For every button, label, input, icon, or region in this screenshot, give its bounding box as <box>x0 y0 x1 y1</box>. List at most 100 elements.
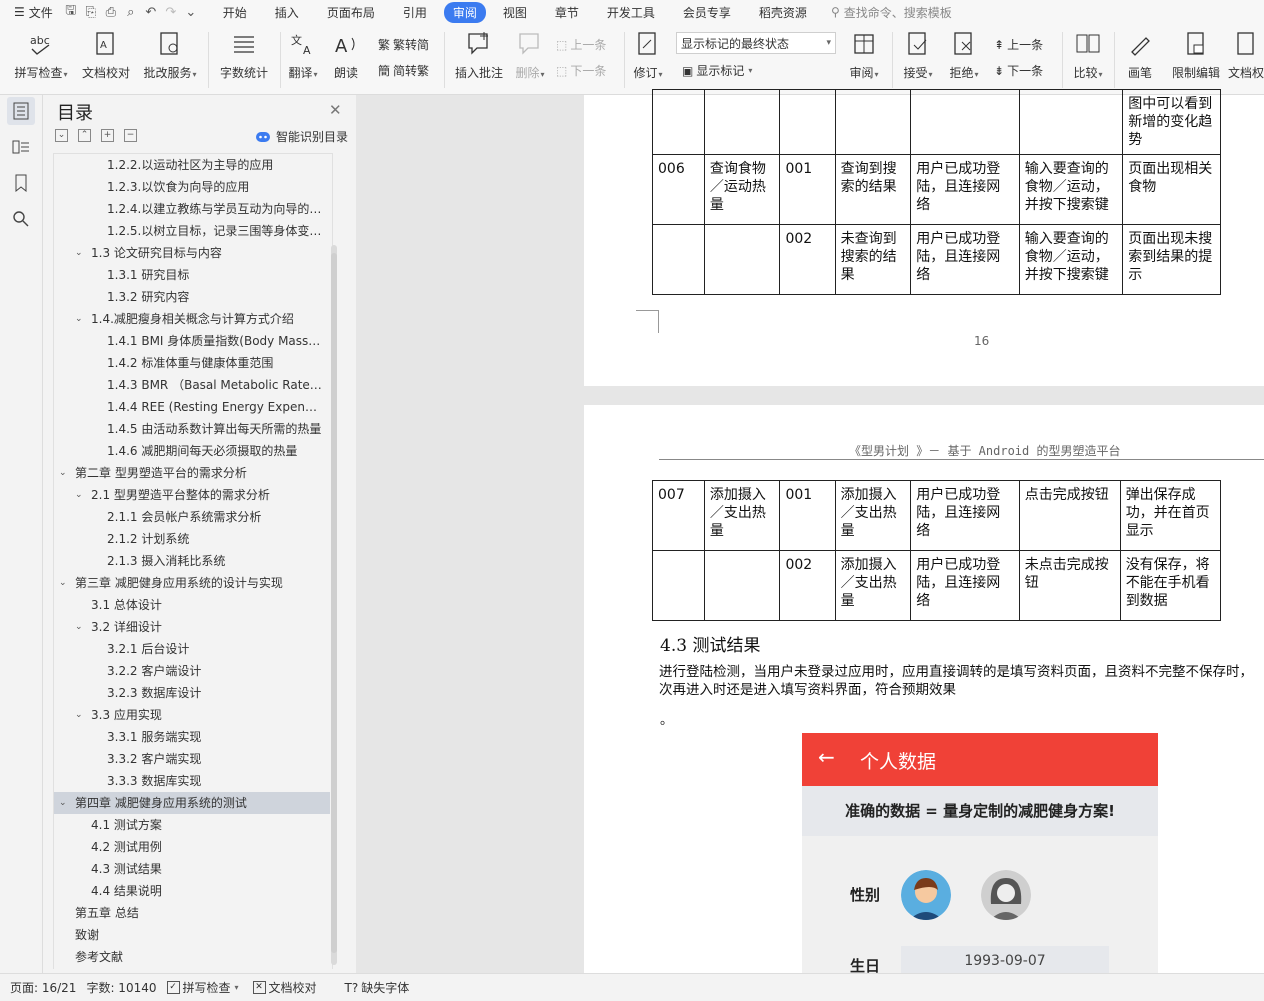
print-icon[interactable]: ⎙ <box>103 4 119 20</box>
trad-to-simp-button[interactable]: 繁繁转简 <box>378 36 429 53</box>
compare-button[interactable]: 比较▾ <box>1070 30 1106 81</box>
toc-item[interactable]: 致谢 <box>54 924 330 946</box>
toc-item[interactable]: ⌄ 3.3 应用实现 <box>54 704 330 726</box>
chevron-down-icon[interactable]: ⌄ <box>59 792 67 814</box>
more-icon[interactable]: ⌄ <box>183 4 199 20</box>
toc-item[interactable]: ⌄ 第四章 减肥健身应用系统的测试 <box>54 792 330 814</box>
prev-change-button[interactable]: ⇞ 上一条 <box>994 36 1043 53</box>
restrict-edit-button[interactable]: 限制编辑 <box>1170 30 1222 81</box>
undo-icon[interactable]: ↶ <box>143 4 159 20</box>
chevron-down-icon[interactable]: ⌄ <box>75 616 83 638</box>
expand-icon[interactable]: ⌃ <box>78 129 91 142</box>
toc-item[interactable]: 4.3 测试结果 <box>54 858 330 880</box>
toc-item[interactable]: 3.2.1 后台设计 <box>54 638 330 660</box>
chevron-down-icon[interactable]: ⌄ <box>75 484 83 506</box>
toc-item[interactable]: 1.4.2 标准体重与健康体重范围 <box>54 352 330 374</box>
menu-tab[interactable]: 视图 <box>492 2 538 23</box>
toc-scroll-thumb[interactable] <box>331 253 337 953</box>
chevron-down-icon[interactable]: ⌄ <box>75 242 83 264</box>
read-aloud-button[interactable]: A 朗读 <box>330 30 362 81</box>
preview-icon[interactable]: ⌕ <box>123 4 139 20</box>
toc-scrollbar[interactable] <box>331 245 337 965</box>
toc-item[interactable]: 3.3.1 服务端实现 <box>54 726 330 748</box>
toc-item[interactable]: 1.2.4.以建立教练与学员互动为向导的应用 <box>54 198 330 220</box>
remove-entry-icon[interactable]: − <box>124 129 137 142</box>
toc-item[interactable]: 4.1 测试方案 <box>54 814 330 836</box>
toc-item[interactable]: 1.3.1 研究目标 <box>54 264 330 286</box>
menu-tab[interactable]: 章节 <box>544 2 590 23</box>
toc-item[interactable]: 2.1.1 会员帐户系统需求分析 <box>54 506 330 528</box>
chevron-down-icon[interactable]: ⌄ <box>59 462 67 484</box>
toc-item[interactable]: 3.3.2 客户端实现 <box>54 748 330 770</box>
missing-font-indicator[interactable]: T? 缺失字体 <box>345 979 410 996</box>
toc-item[interactable]: 1.4.6 减肥期间每天必须摄取的热量 <box>54 440 330 462</box>
toc-panel-icon[interactable] <box>7 97 35 125</box>
toc-item[interactable]: 1.2.3.以饮食为向导的应用 <box>54 176 330 198</box>
toc-item[interactable]: 1.4.1 BMI 身体质量指数(Body Mass Index) <box>54 330 330 352</box>
toc-item[interactable]: ⌄ 1.3 论文研究目标与内容 <box>54 242 330 264</box>
chevron-down-icon[interactable]: ⌄ <box>75 704 83 726</box>
menu-tab[interactable]: 引用 <box>392 2 438 23</box>
menu-tab[interactable]: 插入 <box>264 2 310 23</box>
toc-item[interactable]: 3.2.2 客户端设计 <box>54 660 330 682</box>
toc-item[interactable]: 4.4 结果说明 <box>54 880 330 902</box>
toc-item[interactable]: 2.1.3 摄入消耗比系统 <box>54 550 330 572</box>
markup-state-select[interactable]: 显示标记的最终状态 ▾ <box>676 32 836 54</box>
word-count-button[interactable]: 字数统计 <box>216 30 272 81</box>
menu-tab[interactable]: 审阅 <box>443 1 486 23</box>
insert-comment-button[interactable]: 插入批注 <box>452 30 506 81</box>
toc-item[interactable]: 1.4.5 由活动系数计算出每天所需的热量 <box>54 418 330 440</box>
word-count-indicator[interactable]: 字数: 10140 <box>86 979 156 996</box>
doc-proof-button[interactable]: A 文档校对 <box>80 30 132 81</box>
toc-item[interactable]: ⌄ 3.2 详细设计 <box>54 616 330 638</box>
toc-item[interactable]: ⌄ 2.1 型男塑造平台整体的需求分析 <box>54 484 330 506</box>
add-entry-icon[interactable]: + <box>101 129 114 142</box>
show-markup-button[interactable]: ▣ 显示标记 ▾ <box>682 62 752 79</box>
toc-item[interactable]: ⌄ 1.4.减肥瘦身相关概念与计算方式介绍 <box>54 308 330 330</box>
toc-item[interactable]: 1.3.2 研究内容 <box>54 286 330 308</box>
status-doc-proof[interactable]: ✕ 文档校对 <box>252 979 317 996</box>
save-icon[interactable]: 🖫 <box>63 3 79 20</box>
navigation-icon[interactable] <box>7 133 35 161</box>
reject-button[interactable]: 拒绝▾ <box>946 30 982 81</box>
pen-button[interactable]: 画笔 <box>1122 30 1158 81</box>
toc-item[interactable]: ⌄ 第二章 型男塑造平台的需求分析 <box>54 462 330 484</box>
menu-tab[interactable]: 开发工具 <box>596 2 666 23</box>
toc-item[interactable]: 参考文献 <box>54 946 330 968</box>
toc-item[interactable]: 4.2 测试用例 <box>54 836 330 858</box>
delete-comment-button[interactable]: 删除▾ <box>512 30 548 81</box>
revise-button[interactable]: 修订▾ <box>630 30 666 81</box>
search-icon[interactable] <box>7 205 35 233</box>
toc-item[interactable]: 1.4.3 BMR （Basal Metabolic Rate）基础代谢率 <box>54 374 330 396</box>
simp-to-trad-button[interactable]: 簡简转繁 <box>378 62 429 79</box>
menu-tab[interactable]: 页面布局 <box>316 2 386 23</box>
smart-toc-button[interactable]: 智能识别目录 <box>255 128 348 145</box>
chevron-down-icon[interactable]: ⌄ <box>59 572 67 594</box>
batch-service-button[interactable]: 批改服务▾ <box>140 30 200 81</box>
chevron-down-icon[interactable]: ⌄ <box>75 308 83 330</box>
doc-rights-button[interactable]: 文档权 <box>1228 30 1264 81</box>
toc-item[interactable]: 1.2.5.以树立目标，记录三围等身体变化为主导 <box>54 220 330 242</box>
toc-item[interactable]: 1.4.4 REE (Resting Energy Expenditure) <box>54 396 330 418</box>
toc-item[interactable]: 3.1 总体设计 <box>54 594 330 616</box>
next-comment-button[interactable]: ⬚ 下一条 <box>556 62 606 79</box>
toc-item[interactable]: 3.3.3 数据库实现 <box>54 770 330 792</box>
toc-item[interactable]: 3.2.3 数据库设计 <box>54 682 330 704</box>
bookmark-icon[interactable] <box>7 169 35 197</box>
toc-item[interactable]: 第五章 总结 <box>54 902 330 924</box>
menu-tab[interactable]: 稻壳资源 <box>748 2 818 23</box>
toc-item[interactable]: ⌄ 第三章 减肥健身应用系统的设计与实现 <box>54 572 330 594</box>
toc-item[interactable]: 2.1.2 计划系统 <box>54 528 330 550</box>
redo-icon[interactable]: ↷ <box>163 4 179 20</box>
next-change-button[interactable]: ⇟ 下一条 <box>994 62 1043 79</box>
prev-comment-button[interactable]: ⬚ 上一条 <box>556 36 606 53</box>
export-icon[interactable]: ⎘ <box>83 4 99 20</box>
command-search[interactable]: ⚲ 查找命令、搜索模板 <box>831 4 952 21</box>
status-spell-check[interactable]: ✓ 拼写检查 ▾ <box>166 979 239 996</box>
translate-button[interactable]: 文A 翻译▾ <box>285 30 321 81</box>
menu-tab[interactable]: 开始 <box>212 2 258 23</box>
spell-check-button[interactable]: abc 拼写检查▾ <box>10 30 72 81</box>
collapse-all-icon[interactable]: ⌄ <box>55 129 68 142</box>
menu-tab[interactable]: 会员专享 <box>672 2 742 23</box>
review-pane-button[interactable]: 审阅▾ <box>846 30 882 81</box>
